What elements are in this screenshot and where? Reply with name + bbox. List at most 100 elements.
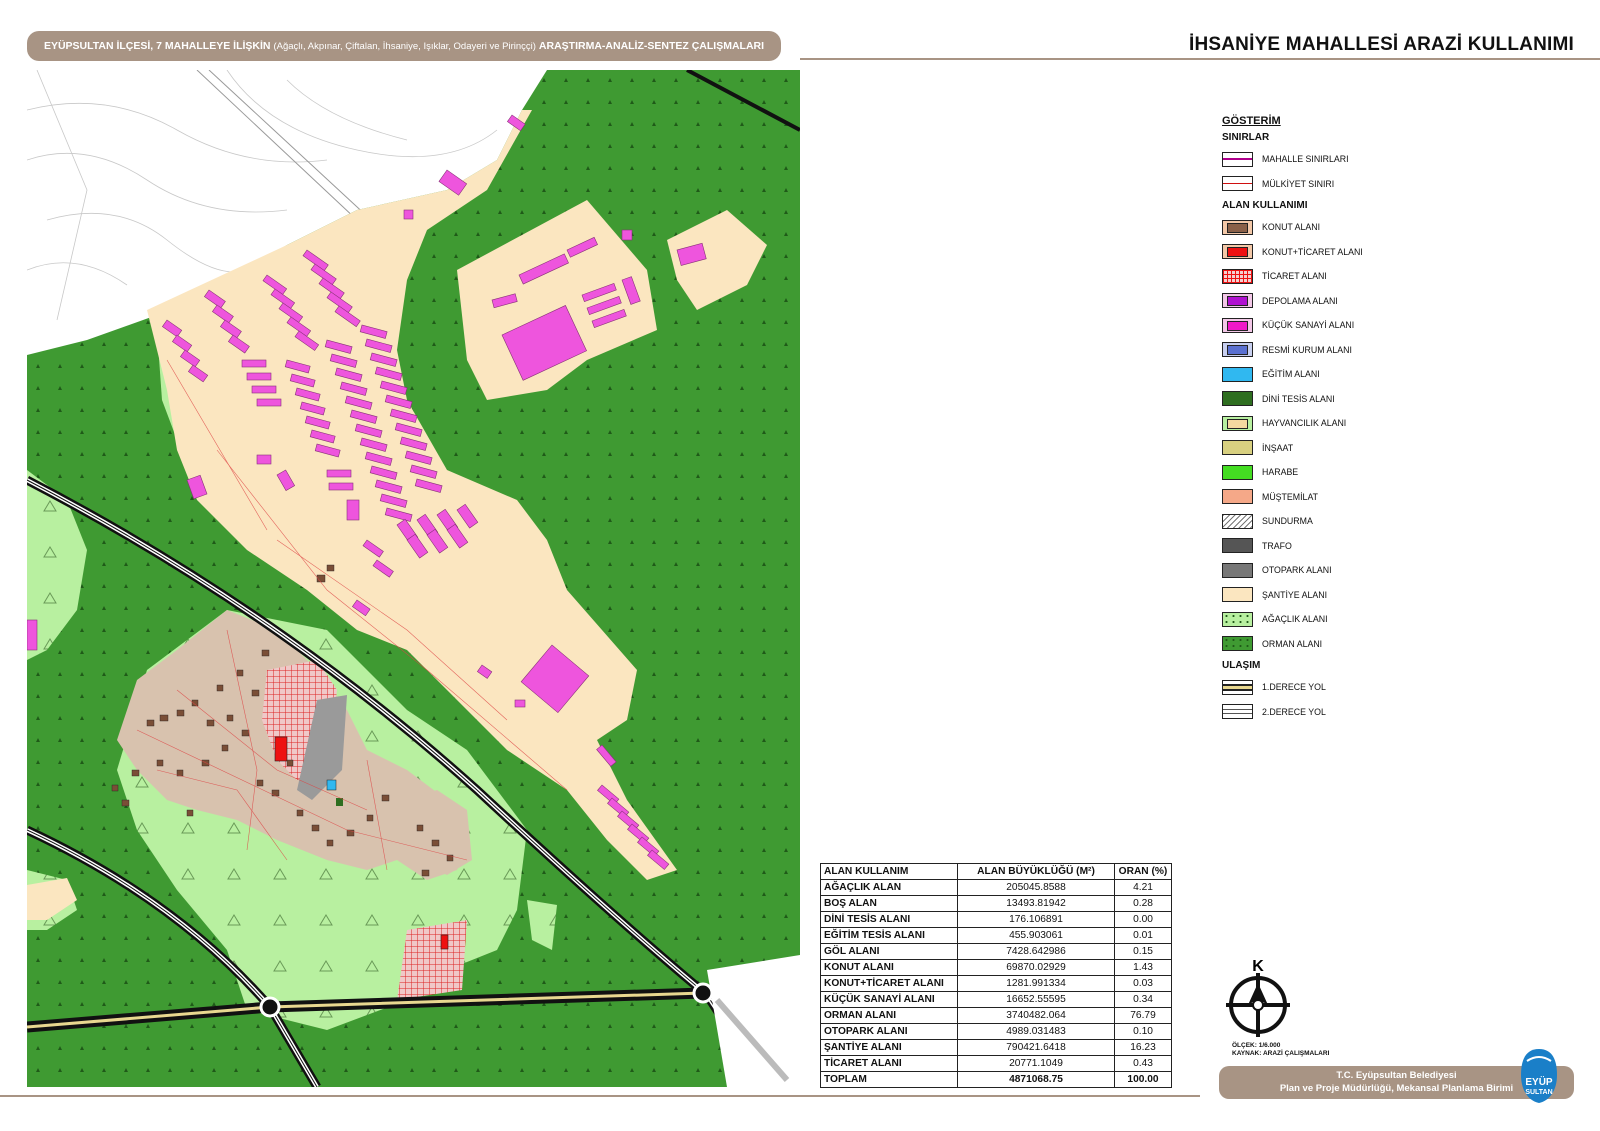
page-title: İHSANİYE MAHALLESİ ARAZİ KULLANIMI bbox=[1188, 34, 1574, 55]
svg-text:SULTAN: SULTAN bbox=[1525, 1089, 1552, 1096]
table-cell-name: ŞANTİYE ALANI bbox=[820, 1039, 958, 1056]
table-cell-area: 205045.8588 bbox=[957, 879, 1115, 896]
table-row: GÖL ALANI 7428.642986 0.15 bbox=[820, 943, 1172, 960]
table-cell-ratio: 0.28 bbox=[1114, 895, 1172, 912]
legend-item: KÜÇÜK SANAYİ ALANI bbox=[1222, 313, 1452, 338]
legend-item: KONUT+TİCARET ALANI bbox=[1222, 240, 1452, 265]
table-cell-name: AĞAÇLIK ALAN bbox=[820, 879, 958, 896]
table-cell-name: EĞİTİM TESİS ALANI bbox=[820, 927, 958, 944]
north-arrow: K bbox=[1224, 955, 1292, 1045]
legend-item: AĞAÇLIK ALANI bbox=[1222, 607, 1452, 632]
scale-note: ÖLÇEK: 1/6.000 KAYNAK: ARAZİ ÇALIŞMALARI bbox=[1232, 1042, 1329, 1058]
legend-label: 1.DERECE YOL bbox=[1262, 682, 1326, 693]
legend-label: RESMİ KURUM ALANI bbox=[1262, 344, 1352, 355]
education-building bbox=[326, 779, 337, 791]
legend-item: HAYVANCILIK ALANI bbox=[1222, 411, 1452, 436]
legend-swatch bbox=[1222, 636, 1253, 652]
table-cell-name: TİCARET ALANI bbox=[820, 1055, 958, 1072]
table-cell-area: 3740482.064 bbox=[957, 1007, 1115, 1024]
table-header: ORAN (%) bbox=[1114, 863, 1172, 880]
table-cell-ratio: 0.03 bbox=[1114, 975, 1172, 992]
legend-swatch bbox=[1222, 415, 1253, 431]
table-cell-ratio: 0.34 bbox=[1114, 991, 1172, 1008]
table-cell-name: BOŞ ALAN bbox=[820, 895, 958, 912]
table-cell-ratio: 1.43 bbox=[1114, 959, 1172, 976]
legend-item: RESMİ KURUM ALANI bbox=[1222, 338, 1452, 363]
top-divider bbox=[800, 58, 1600, 60]
table-total-row: TOPLAM 4871068.75 100.00 bbox=[820, 1071, 1172, 1088]
legend-swatch bbox=[1222, 489, 1253, 505]
banner-end: ARAŞTIRMA-ANALİZ-SENTEZ ÇALIŞMALARI bbox=[538, 40, 765, 52]
table-row: DİNİ TESİS ALANI 176.106891 0.00 bbox=[820, 911, 1172, 928]
header-banner: EYÜPSULTAN İLÇESİ, 7 MAHALLEYE İLİŞKİN (… bbox=[27, 31, 781, 61]
table-cell-ratio: 16.23 bbox=[1114, 1039, 1172, 1056]
table-row: TİCARET ALANI 20771.1049 0.43 bbox=[820, 1055, 1172, 1072]
legend-item: ŞANTİYE ALANI bbox=[1222, 583, 1452, 608]
table-cell-name: KONUT ALANI bbox=[820, 959, 958, 976]
legend-swatch bbox=[1222, 342, 1253, 358]
table-cell-area: 7428.642986 bbox=[957, 943, 1115, 960]
banner-sub: (Ağaçlı, Akpınar, Çiftalan, İhsaniye, Iş… bbox=[273, 40, 536, 52]
table-cell-area: 69870.02929 bbox=[957, 959, 1115, 976]
legend-swatch bbox=[1222, 151, 1253, 167]
legend-label: ŞANTİYE ALANI bbox=[1262, 589, 1328, 600]
legend-swatch bbox=[1222, 391, 1253, 407]
legend-swatch bbox=[1222, 317, 1253, 333]
legend-item: 1.DERECE YOL bbox=[1222, 675, 1452, 700]
table-cell-area: 176.106891 bbox=[957, 911, 1115, 928]
land-use-table: ALAN KULLANIM ALAN BÜYÜKLÜĞÜ (M²) ORAN (… bbox=[820, 863, 1172, 1088]
legend-section-title: ULAŞIM bbox=[1222, 660, 1261, 671]
legend-swatch bbox=[1222, 611, 1253, 627]
legend-label: EĞİTİM ALANI bbox=[1262, 369, 1320, 380]
compass-letter: K bbox=[1252, 958, 1264, 975]
table-cell-ratio: 4.21 bbox=[1114, 879, 1172, 896]
table-row: ŞANTİYE ALANI 790421.6418 16.23 bbox=[820, 1039, 1172, 1056]
table-header-row: ALAN KULLANIM ALAN BÜYÜKLÜĞÜ (M²) ORAN (… bbox=[820, 863, 1172, 880]
table-cell-name: KONUT+TİCARET ALANI bbox=[820, 975, 958, 992]
table-row: KÜÇÜK SANAYİ ALANI 16652.55595 0.34 bbox=[820, 991, 1172, 1008]
legend-label: ORMAN ALANI bbox=[1262, 638, 1323, 649]
legend-label: HAYVANCILIK ALANI bbox=[1262, 418, 1347, 429]
table-cell-ratio: 0.43 bbox=[1114, 1055, 1172, 1072]
legend-item: TRAFO bbox=[1222, 534, 1452, 559]
legend-item: SUNDURMA bbox=[1222, 509, 1452, 534]
legend-item: ORMAN ALANI bbox=[1222, 632, 1452, 657]
bottom-divider bbox=[0, 1095, 1200, 1097]
table-cell-name: OTOPARK ALANI bbox=[820, 1023, 958, 1040]
table-cell-ratio: 76.79 bbox=[1114, 1007, 1172, 1024]
legend-item: KONUT ALANI bbox=[1222, 215, 1452, 240]
banner-main: EYÜPSULTAN İLÇESİ, 7 MAHALLEYE İLİŞKİN bbox=[43, 40, 271, 52]
legend-label: SUNDURMA bbox=[1262, 516, 1313, 527]
legend-body: SINIRLAR MAHALLE SINIRLARI MÜLKİYET SINIRI… bbox=[1222, 132, 1452, 724]
legend-label: KÜÇÜK SANAYİ ALANI bbox=[1262, 320, 1355, 331]
table-cell-name: TOPLAM bbox=[820, 1071, 958, 1088]
commerce-area-2 bbox=[397, 920, 467, 1000]
legend-swatch bbox=[1222, 513, 1253, 529]
table-row: KONUT ALANI 69870.02929 1.43 bbox=[820, 959, 1172, 976]
legend-label: DİNİ TESİS ALANI bbox=[1262, 393, 1335, 404]
legend-label: DEPOLAMA ALANI bbox=[1262, 295, 1338, 306]
table-row: OTOPARK ALANI 4989.031483 0.10 bbox=[820, 1023, 1172, 1040]
legend-label: TRAFO bbox=[1262, 540, 1292, 551]
table-cell-area: 13493.81942 bbox=[957, 895, 1115, 912]
legend-item: MÜLKİYET SINIRI bbox=[1222, 172, 1452, 197]
table-row: BOŞ ALAN 13493.81942 0.28 bbox=[820, 895, 1172, 912]
table-cell-area: 16652.55595 bbox=[957, 991, 1115, 1008]
legend-item: OTOPARK ALANI bbox=[1222, 558, 1452, 583]
legend-title: GÖSTERİM bbox=[1222, 115, 1281, 127]
table-header: ALAN KULLANIM bbox=[820, 863, 958, 880]
legend-swatch bbox=[1222, 538, 1253, 554]
svg-text:EYÜP: EYÜP bbox=[1525, 1075, 1553, 1088]
table-row: AĞAÇLIK ALAN 205045.8588 4.21 bbox=[820, 879, 1172, 896]
junction-west bbox=[259, 996, 281, 1018]
legend-label: MÜŞTEMİLAT bbox=[1262, 491, 1319, 502]
land-use-map[interactable] bbox=[27, 70, 800, 1087]
table-cell-name: KÜÇÜK SANAYİ ALANI bbox=[820, 991, 958, 1008]
legend-item: İNŞAAT bbox=[1222, 436, 1452, 461]
table-cell-area: 20771.1049 bbox=[957, 1055, 1115, 1072]
legend-label: İNŞAAT bbox=[1262, 442, 1294, 453]
legend-label: KONUT+TİCARET ALANI bbox=[1262, 246, 1363, 257]
table-cell-ratio: 100.00 bbox=[1114, 1071, 1172, 1088]
legend-swatch bbox=[1222, 587, 1253, 603]
junction-east bbox=[692, 982, 714, 1004]
